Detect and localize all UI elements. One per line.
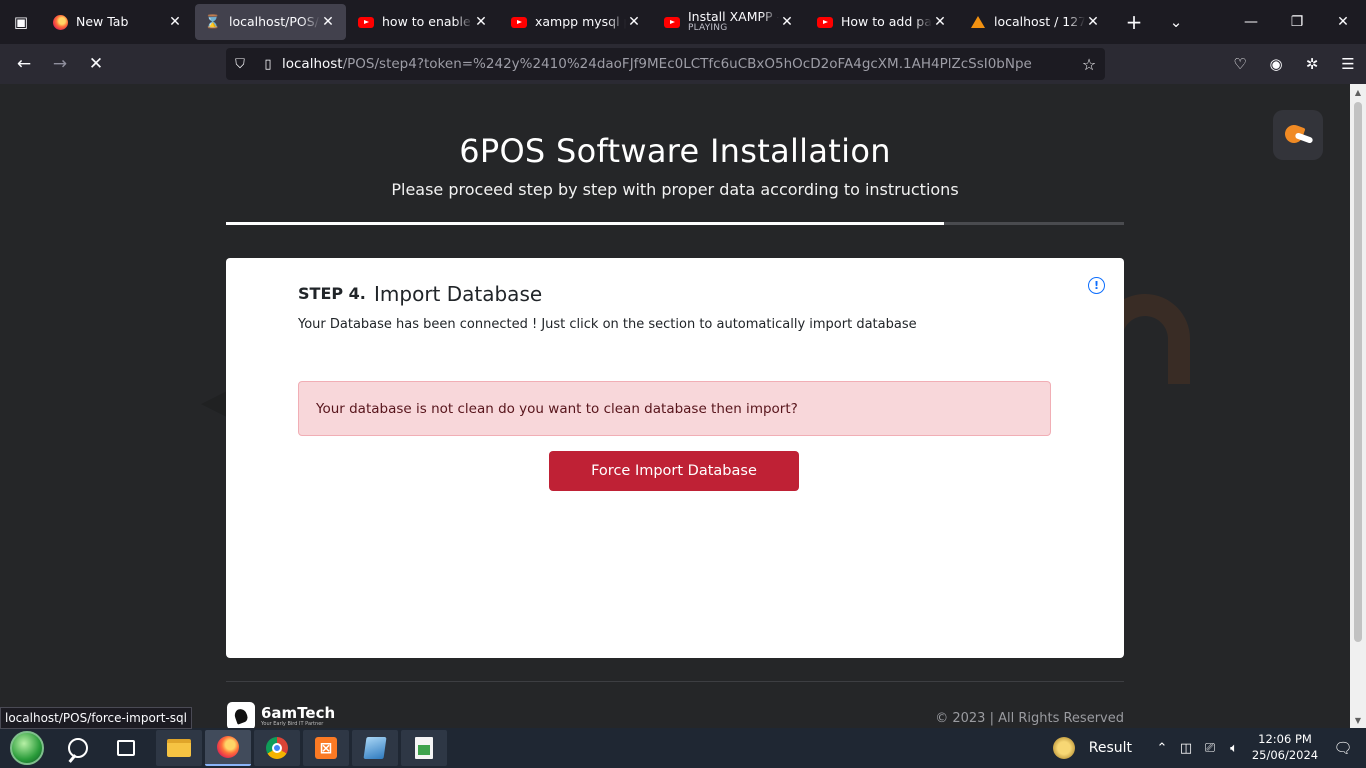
network-icon[interactable]: ⎚ — [1198, 741, 1222, 756]
xampp-icon[interactable]: ⊠ — [303, 730, 349, 766]
chrome-icon[interactable] — [254, 730, 300, 766]
tab-title: How to add password — [841, 15, 932, 29]
scroll-up-arrow-icon[interactable]: ▲ — [1350, 84, 1366, 100]
tab-youtube-xampp-mysql[interactable]: xampp mysql password ✕ — [501, 4, 652, 40]
firefox-taskbar-icon[interactable] — [205, 730, 251, 766]
page-scrollbar[interactable]: ▲ ▼ — [1350, 84, 1366, 728]
address-bar[interactable]: ⛉ ▯ localhost /POS/step4?token=%242y%241… — [226, 48, 1105, 80]
forward-arrow-icon[interactable]: → — [42, 48, 78, 80]
loading-hourglass-icon: ⌛ — [204, 14, 222, 30]
weather-label: Result — [1088, 740, 1132, 756]
close-tab-icon[interactable]: ✕ — [779, 14, 795, 30]
account-icon[interactable]: ◉ — [1258, 48, 1294, 80]
link-status-preview: localhost/POS/force-import-sql — [0, 707, 192, 729]
bookmark-star-icon[interactable]: ☆ — [1073, 55, 1105, 74]
notifications-icon[interactable]: 🗨︎ — [1320, 739, 1366, 757]
tab-localhost-pos[interactable]: ⌛ localhost/POS/step4?token= ✕ — [195, 4, 346, 40]
info-icon[interactable]: ! — [1088, 277, 1105, 294]
pocket-icon[interactable]: ♡ — [1222, 48, 1258, 80]
url-path: /POS/step4?token=%242y%2410%24daoFJf9MEc… — [342, 56, 1032, 72]
back-arrow-icon[interactable]: ← — [6, 48, 42, 80]
firefox-view-icon[interactable]: ▣ — [0, 0, 42, 44]
minimize-icon[interactable]: — — [1228, 0, 1274, 44]
list-all-tabs-chevron-icon[interactable]: ⌄ — [1155, 0, 1197, 44]
close-tab-icon[interactable]: ✕ — [473, 14, 489, 30]
force-import-database-button[interactable]: Force Import Database — [549, 451, 799, 491]
clock-date: 25/06/2024 — [1251, 748, 1319, 762]
tab-playing-label: PLAYING — [688, 22, 728, 33]
file-explorer-icon[interactable] — [156, 730, 202, 766]
page-info-icon[interactable]: ▯ — [254, 57, 282, 72]
installation-progress-bar — [226, 222, 1124, 225]
search-icon[interactable] — [54, 728, 102, 768]
copyright-text: © 2023 | All Rights Reserved — [935, 711, 1124, 726]
close-tab-icon[interactable]: ✕ — [932, 14, 948, 30]
tracking-shield-icon[interactable]: ⛉ — [226, 57, 254, 72]
alert-text: Your database is not clean do you want t… — [316, 400, 798, 417]
clock-time: 12:06 PM — [1258, 732, 1312, 747]
page-subtitle: Please proceed step by step with proper … — [391, 180, 959, 199]
firefox-icon — [52, 14, 68, 30]
start-button[interactable] — [0, 728, 54, 768]
youtube-icon — [817, 14, 833, 30]
restore-icon[interactable]: ❐ — [1274, 0, 1320, 44]
extensions-icon[interactable]: ✲ — [1294, 48, 1330, 80]
step-title: Import Database — [374, 282, 543, 306]
tab-strip: ▣ New Tab ✕ ⌛ localhost/POS/step4?token=… — [0, 0, 1366, 44]
tab-new-tab[interactable]: New Tab ✕ — [42, 4, 193, 40]
tab-youtube-add-password[interactable]: How to add password ✕ — [807, 4, 958, 40]
step-card: STEP 4. Import Database Your Database ha… — [226, 258, 1124, 658]
task-view-icon[interactable] — [102, 728, 150, 768]
show-hidden-icons-chevron-icon[interactable]: ⌃ — [1150, 741, 1174, 756]
menu-hamburger-icon[interactable]: ☰ — [1330, 48, 1366, 80]
tab-title: xampp mysql password — [535, 15, 626, 29]
progress-fill — [226, 222, 945, 225]
footer-brand: 6amTech Your Early Bird IT Partner — [227, 702, 335, 728]
close-tab-icon[interactable]: ✕ — [1085, 14, 1101, 30]
close-tab-icon[interactable]: ✕ — [320, 14, 336, 30]
brand-name: 6amTech — [261, 703, 336, 722]
page-viewport: ◀ 6POS Software Installation Please proc… — [0, 84, 1350, 728]
stop-loading-icon[interactable]: ✕ — [78, 48, 114, 80]
tab-title: localhost/POS/step4?token= — [229, 15, 320, 29]
clock[interactable]: 12:06 PM 25/06/2024 — [1250, 732, 1320, 763]
taskbar: ⊠ Result ⌃ ◫ ⎚ 🔈︎ 12:06 PM 25/06/2024 🗨︎ — [0, 728, 1366, 768]
weather-icon — [1052, 737, 1075, 759]
url-host: localhost — [282, 56, 343, 72]
system-tray: ⌃ ◫ ⎚ 🔈︎ — [1150, 741, 1246, 756]
brand-tagline: Your Early Bird IT Partner — [261, 720, 324, 727]
scroll-down-arrow-icon[interactable]: ▼ — [1350, 712, 1366, 728]
step-description: Your Database has been connected ! Just … — [298, 317, 917, 332]
database-not-clean-alert: Your database is not clean do you want t… — [298, 381, 1051, 436]
tab-title: New Tab — [76, 15, 129, 29]
navigation-toolbar: ← → ✕ ⛉ ▯ localhost /POS/step4?token=%24… — [0, 44, 1366, 84]
scroll-thumb[interactable] — [1354, 102, 1362, 642]
youtube-icon — [664, 14, 680, 30]
close-tab-icon[interactable]: ✕ — [167, 14, 183, 30]
window-close-icon[interactable]: ✕ — [1320, 0, 1366, 44]
tab-youtube-curl[interactable]: how to enable curl ✕ — [348, 4, 499, 40]
page-title: 6POS Software Installation — [459, 132, 891, 170]
tab-youtube-install-xampp[interactable]: Install XAMPP - YouTube PLAYING ✕ — [654, 4, 805, 40]
step-number: STEP 4. — [298, 284, 366, 303]
weather-widget[interactable]: Result — [1052, 737, 1132, 759]
tab-phpmyadmin[interactable]: localhost / 127.0.0.1 ✕ — [960, 4, 1111, 40]
youtube-icon — [511, 14, 527, 30]
notepad-icon[interactable] — [352, 730, 398, 766]
youtube-icon — [358, 14, 374, 30]
tab-title: Install XAMPP - YouTube — [688, 10, 779, 24]
spreadsheet-icon[interactable] — [401, 730, 447, 766]
footer-divider — [226, 681, 1124, 682]
meet-now-icon[interactable]: ◫ — [1174, 741, 1198, 756]
new-tab-plus-icon[interactable]: + — [1113, 0, 1155, 44]
tab-title: how to enable curl — [382, 15, 473, 29]
phpmyadmin-icon — [970, 14, 986, 30]
tab-title: localhost / 127.0.0.1 — [994, 15, 1085, 29]
start-orb-icon — [10, 731, 44, 765]
brand-bird-icon — [227, 702, 255, 728]
volume-icon[interactable]: 🔈︎ — [1222, 741, 1246, 756]
close-tab-icon[interactable]: ✕ — [626, 14, 642, 30]
